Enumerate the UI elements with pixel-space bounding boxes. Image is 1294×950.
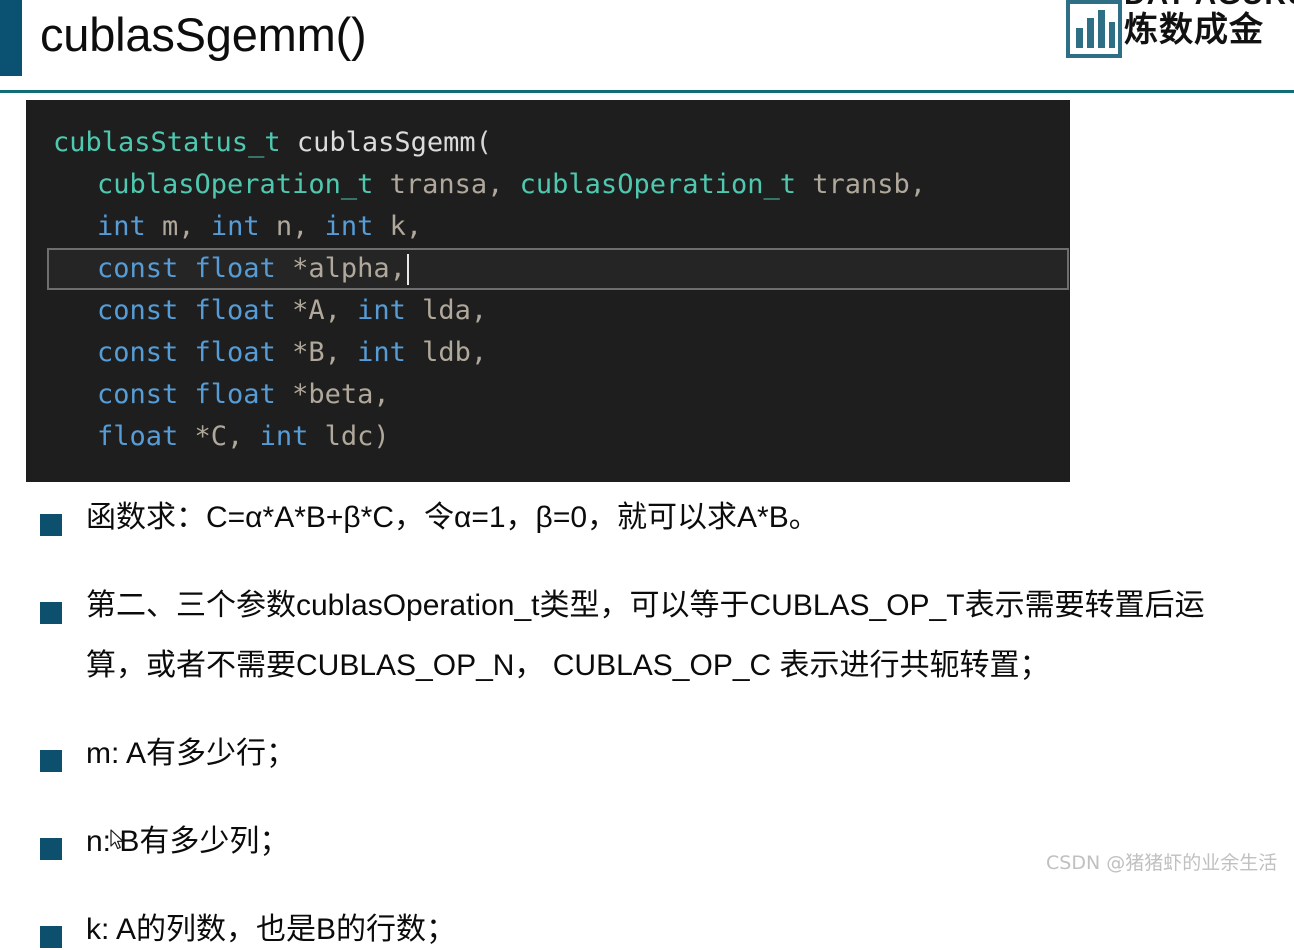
- code-token: n,: [275, 211, 325, 242]
- code-line-content: const float *A, int lda,: [26, 295, 487, 326]
- code-token: int: [357, 337, 423, 368]
- bar-chart-icon: [1066, 0, 1122, 58]
- text-caret: [406, 254, 409, 285]
- code-token: cublasStatus_t: [53, 127, 297, 158]
- code-line: const float *beta,: [26, 374, 1070, 416]
- code-block[interactable]: cublasStatus_t cublasSgemm( cublasOperati…: [26, 100, 1070, 482]
- code-token: cublasSgemm: [296, 127, 476, 158]
- code-token: *alpha,: [292, 253, 406, 284]
- brand-logo: DAT AGURU 炼数成金: [1060, 0, 1294, 62]
- code-line-content: float *C, int ldc): [26, 421, 390, 452]
- code-line-content: cublasStatus_t cublasSgemm(: [26, 127, 492, 158]
- code-token: lda,: [422, 295, 488, 326]
- code-line-content: cublasOperation_t transa, cublasOperatio…: [26, 169, 926, 200]
- bullet-text-line: 算，或者不需要CUBLAS_OP_N， CUBLAS_OP_C 表示进行共轭转置…: [86, 649, 1050, 682]
- title-accent-bar: [0, 0, 22, 76]
- code-token: float: [97, 421, 195, 452]
- code-token: *C,: [194, 421, 260, 452]
- bullet-text-line: 第二、三个参数cublasOperation_t类型，可以等于CUBLAS_OP…: [86, 589, 1205, 622]
- bullet-marker-square: [40, 602, 62, 624]
- code-token: *A,: [292, 295, 358, 326]
- bullet-text-line: 函数求：C=α*A*B+β*C，令α=1，β=0，就可以求A*B。: [86, 501, 819, 534]
- bullet-text-line: m: A有多少行；: [86, 737, 297, 770]
- code-line: const float *alpha,: [26, 248, 1070, 290]
- code-token: cublasOperation_t: [97, 169, 390, 200]
- code-token: const float: [97, 337, 293, 368]
- bullet-marker-square: [40, 926, 62, 948]
- code-token: int: [357, 295, 423, 326]
- code-token: m,: [162, 211, 211, 242]
- code-token: int: [97, 211, 163, 242]
- header-divider: [0, 90, 1294, 93]
- code-token: int: [324, 211, 390, 242]
- code-line: float *C, int ldc): [26, 416, 1070, 458]
- code-line: const float *B, int ldb,: [26, 332, 1070, 374]
- code-line: cublasStatus_t cublasSgemm(: [26, 122, 1070, 164]
- code-token: const float: [97, 379, 293, 410]
- code-token: *B,: [292, 337, 358, 368]
- code-token: int: [210, 211, 276, 242]
- code-token: transb,: [812, 169, 927, 200]
- code-token: const float: [97, 295, 293, 326]
- code-token: int: [259, 421, 325, 452]
- code-token: cublasOperation_t: [519, 169, 813, 200]
- bullet-marker-square: [40, 514, 62, 536]
- code-token: (: [475, 127, 492, 158]
- code-token: *beta,: [292, 379, 390, 410]
- code-line: const float *A, int lda,: [26, 290, 1070, 332]
- code-line-content: const float *B, int ldb,: [26, 337, 487, 368]
- csdn-watermark: CSDN @猪猪虾的业余生活: [1046, 852, 1278, 874]
- code-line-content: const float *alpha,: [26, 253, 406, 284]
- bullet-marker-square: [40, 750, 62, 772]
- code-line: int m, int n, int k,: [26, 206, 1070, 248]
- logo-text-chinese: 炼数成金: [1124, 10, 1264, 50]
- code-token: const float: [97, 253, 293, 284]
- code-line-content: int m, int n, int k,: [26, 211, 422, 242]
- bullet-marker-square: [40, 838, 62, 860]
- page-title: cublasSgemm(): [40, 8, 367, 61]
- code-token: transa,: [389, 169, 520, 200]
- code-line: cublasOperation_t transa, cublasOperatio…: [26, 164, 1070, 206]
- code-line-content: const float *beta,: [26, 379, 390, 410]
- code-token: ldc): [324, 421, 390, 452]
- bullet-text-line: k: A的列数，也是B的行数；: [86, 913, 457, 946]
- bullet-text-line: n: B有多少列；: [86, 825, 290, 858]
- code-token: k,: [389, 211, 423, 242]
- code-token: ldb,: [422, 337, 488, 368]
